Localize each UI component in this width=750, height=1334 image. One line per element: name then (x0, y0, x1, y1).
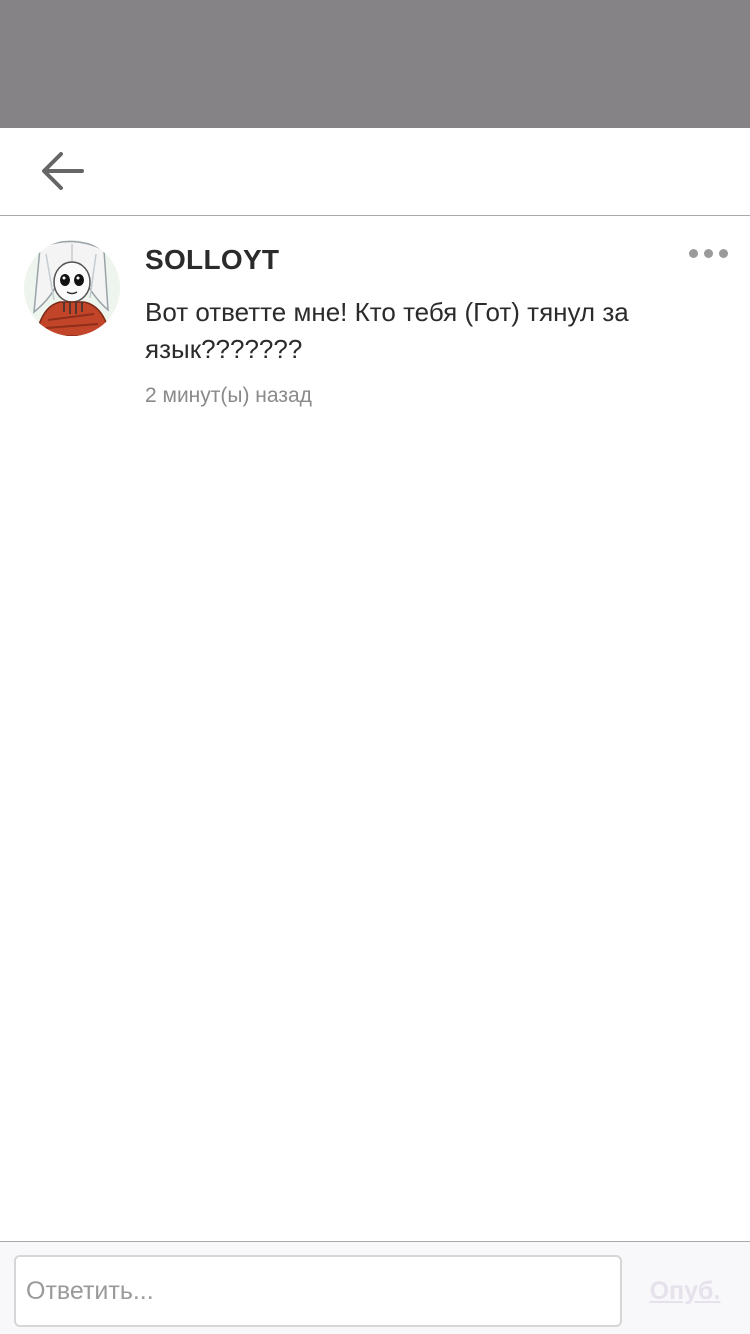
status-overlay (0, 0, 750, 128)
more-options-button[interactable] (680, 238, 736, 268)
more-dots-icon (718, 248, 728, 258)
reply-input[interactable] (14, 1255, 622, 1327)
reply-bar: Опуб. (0, 1241, 750, 1334)
avatar-image (24, 240, 120, 336)
arrow-left-icon (42, 152, 84, 190)
avatar[interactable] (24, 240, 120, 336)
comment-timestamp: 2 минут(ы) назад (145, 384, 312, 407)
comment-text: Вот ответте мне! Кто тебя (Гот) тянул за… (145, 297, 629, 364)
more-dots-icon (688, 248, 698, 258)
navigation-bar (0, 128, 750, 216)
author-name[interactable]: SOLLOYT (145, 244, 279, 276)
publish-button[interactable]: Опуб. (633, 1262, 737, 1320)
more-dots-icon (703, 248, 713, 258)
back-button[interactable] (34, 146, 92, 196)
